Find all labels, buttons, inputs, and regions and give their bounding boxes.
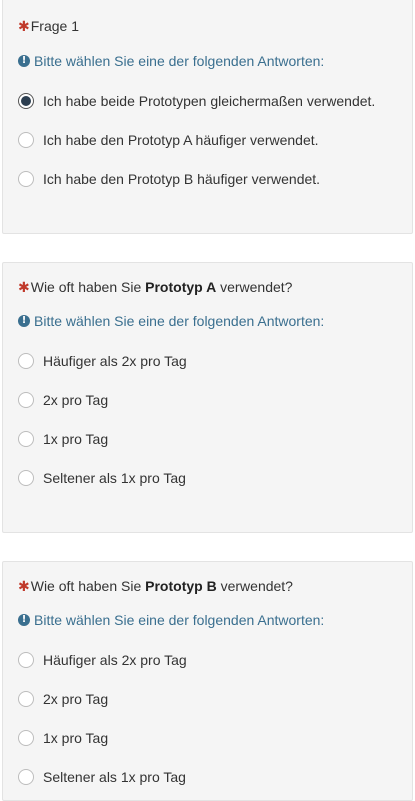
radio-button[interactable] (18, 431, 34, 447)
question-2-panel: ✱Wie oft haben Sie Prototyp A verwendet?… (2, 262, 413, 533)
radio-button[interactable] (18, 652, 34, 668)
required-asterisk-icon: ✱ (18, 18, 30, 34)
radio-button[interactable] (18, 392, 34, 408)
question-2-hint: ! Bitte wählen Sie eine der folgenden Ant… (18, 312, 324, 330)
question-3-panel: ✱Wie oft haben Sie Prototyp B verwendet?… (2, 561, 413, 801)
question-3-hint-text: Bitte wählen Sie eine der folgenden Antw… (34, 612, 325, 628)
question-1-panel: ✱Frage 1 ! Bitte wählen Sie eine der folg… (2, 0, 413, 234)
option-label: 1x pro Tag (43, 431, 109, 447)
option-label: Ich habe beide Prototypen gleichermaßen … (43, 93, 376, 109)
option-label: Seltener als 1x pro Tag (43, 769, 186, 785)
option-label: 2x pro Tag (43, 691, 109, 707)
question-3-option-2[interactable]: 2x pro Tag (18, 690, 108, 708)
question-1-option-1[interactable]: Ich habe beide Prototypen gleichermaßen … (18, 92, 375, 110)
question-2-option-1[interactable]: Häufiger als 2x pro Tag (18, 352, 187, 370)
option-label: Ich habe den Prototyp B häufiger verwend… (43, 171, 321, 187)
radio-button[interactable] (18, 769, 34, 785)
question-1-title: ✱Frage 1 (18, 17, 79, 35)
radio-button[interactable] (18, 132, 34, 148)
question-2-title-before: Wie oft haben Sie (30, 279, 146, 295)
radio-button[interactable] (18, 730, 34, 746)
required-asterisk-icon: ✱ (18, 279, 30, 295)
question-3-title-before: Wie oft haben Sie (30, 578, 146, 594)
question-3-option-4[interactable]: Seltener als 1x pro Tag (18, 768, 186, 786)
question-2-title-bold: Prototyp A (145, 279, 217, 295)
radio-button[interactable] (18, 691, 34, 707)
radio-button[interactable] (18, 470, 34, 486)
info-icon: ! (18, 315, 30, 327)
info-icon: ! (18, 55, 30, 67)
question-1-option-3[interactable]: Ich habe den Prototyp B häufiger verwend… (18, 170, 320, 188)
question-2-option-3[interactable]: 1x pro Tag (18, 430, 108, 448)
question-3-option-1[interactable]: Häufiger als 2x pro Tag (18, 651, 187, 669)
option-label: Seltener als 1x pro Tag (43, 470, 186, 486)
question-1-title-text: Frage 1 (30, 18, 79, 34)
question-3-hint: ! Bitte wählen Sie eine der folgenden Ant… (18, 611, 324, 629)
option-label: 1x pro Tag (43, 730, 109, 746)
question-2-hint-text: Bitte wählen Sie eine der folgenden Antw… (34, 313, 325, 329)
radio-button[interactable] (18, 353, 34, 369)
question-1-hint-text: Bitte wählen Sie eine der folgenden Antw… (34, 53, 325, 69)
question-3-option-3[interactable]: 1x pro Tag (18, 729, 108, 747)
option-label: Häufiger als 2x pro Tag (43, 353, 187, 369)
info-icon: ! (18, 614, 30, 626)
question-3-title-bold: Prototyp B (145, 578, 217, 594)
radio-button-selected[interactable] (18, 93, 34, 109)
question-2-option-4[interactable]: Seltener als 1x pro Tag (18, 469, 186, 487)
question-3-title: ✱Wie oft haben Sie Prototyp B verwendet? (18, 577, 293, 595)
question-1-hint: ! Bitte wählen Sie eine der folgenden Ant… (18, 52, 324, 70)
question-2-option-2[interactable]: 2x pro Tag (18, 391, 108, 409)
option-label: 2x pro Tag (43, 392, 109, 408)
question-2-title-after: verwendet? (216, 279, 293, 295)
question-3-title-after: verwendet? (216, 578, 293, 594)
option-label: Ich habe den Prototyp A häufiger verwend… (43, 132, 319, 148)
question-1-option-2[interactable]: Ich habe den Prototyp A häufiger verwend… (18, 131, 319, 149)
option-label: Häufiger als 2x pro Tag (43, 652, 187, 668)
question-2-title: ✱Wie oft haben Sie Prototyp A verwendet? (18, 278, 292, 296)
required-asterisk-icon: ✱ (18, 578, 30, 594)
radio-button[interactable] (18, 171, 34, 187)
